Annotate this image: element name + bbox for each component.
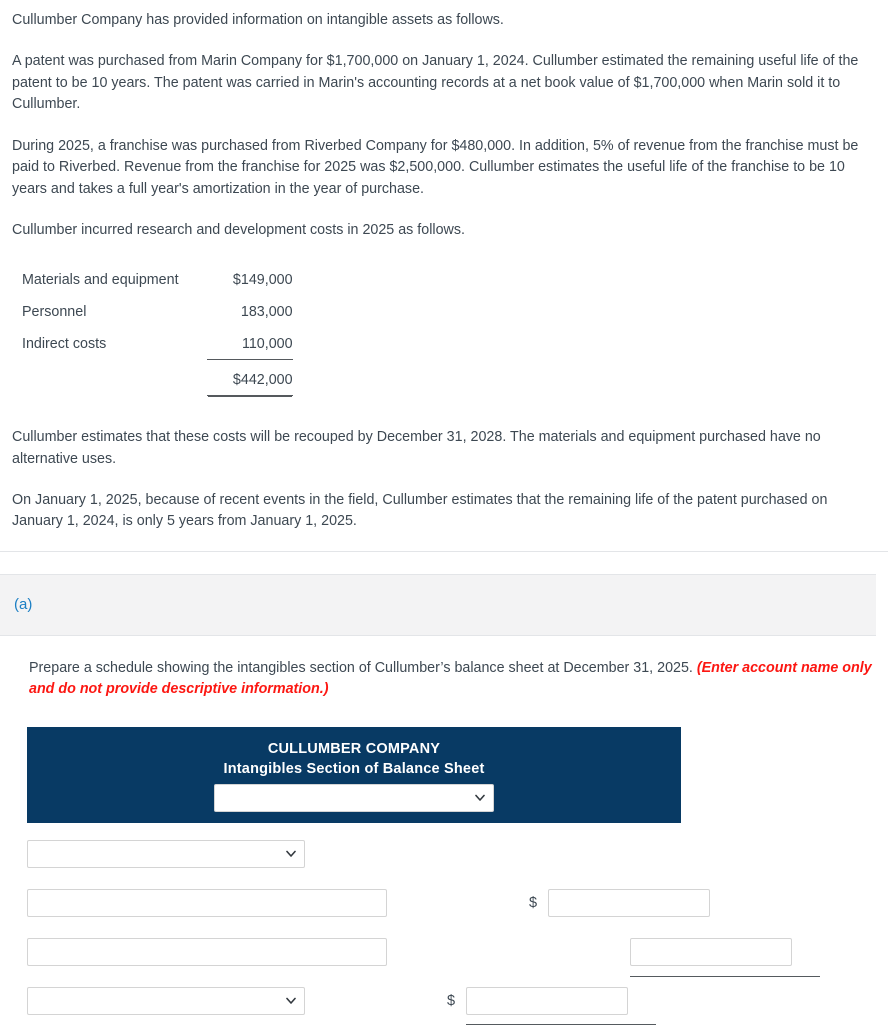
cost-label-personnel: Personnel [22, 303, 87, 320]
problem-statement-panel: Cullumber Company has provided informati… [0, 0, 888, 552]
problem-paragraph-3: During 2025, a franchise was purchased f… [12, 137, 859, 197]
worksheet-row-2-account-cell [27, 888, 387, 917]
problem-paragraph-2: A patent was purchased from Marin Compan… [12, 53, 859, 113]
amount-input-2-wrapper[interactable] [630, 937, 820, 977]
account-select-2-wrapper[interactable] [27, 986, 305, 1015]
worksheet-row-3-account-cell [27, 937, 387, 966]
amount-input-3-wrapper[interactable] [466, 986, 656, 1025]
worksheet-company-name: CULLUMBER COMPANY [267, 740, 441, 757]
part-letter-label: (a) [14, 595, 33, 613]
worksheet-rows: $ $ [27, 839, 876, 1036]
cost-amount-personnel: 183,000 [240, 303, 293, 320]
table-row: Materials and equipment $149,000 [22, 264, 293, 296]
instruction-text: Prepare a schedule showing the intangibl… [29, 658, 874, 701]
part-a-section: (a) Prepare a schedule showing the intan… [0, 573, 876, 1036]
problem-paragraph-5: Cullumber estimates that these costs wil… [12, 429, 821, 467]
total-rule [466, 1023, 656, 1025]
cost-amount-materials: $149,000 [232, 271, 293, 288]
worksheet-row-4-amount-cell: $ [447, 986, 656, 1025]
account-select-1-wrapper[interactable] [27, 839, 305, 868]
rd-cost-table: Materials and equipment $149,000 Personn… [22, 264, 293, 402]
worksheet-row-4-account-cell [27, 986, 305, 1015]
worksheet-row-1-account-cell [27, 839, 305, 868]
amount-input-3[interactable] [466, 986, 628, 1015]
worksheet-period-select-wrapper[interactable] [214, 783, 494, 812]
problem-paragraph-1: Cullumber Company has provided informati… [12, 12, 504, 28]
account-select-2[interactable] [27, 986, 305, 1015]
worksheet-statement-name: Intangibles Section of Balance Sheet [223, 761, 485, 778]
balance-sheet-worksheet: CULLUMBER COMPANY Intangibles Section of… [27, 726, 876, 1036]
part-a-header: (a) [0, 573, 876, 636]
account-input-2[interactable] [27, 888, 387, 917]
dollar-sign-1: $ [529, 894, 538, 911]
cost-label-indirect: Indirect costs [22, 335, 107, 352]
table-row: Personnel 183,000 [22, 296, 293, 328]
account-input-3[interactable] [27, 937, 387, 966]
amount-input-1[interactable] [548, 888, 710, 917]
account-select-1[interactable] [27, 839, 305, 868]
worksheet-row-3-amount-cell [611, 937, 820, 977]
worksheet-row-4: $ [27, 986, 876, 1036]
cost-label-total [22, 360, 207, 395]
problem-paragraph-4: Cullumber incurred research and developm… [12, 222, 465, 239]
amount-input-2[interactable] [630, 937, 792, 966]
worksheet-row-1 [27, 839, 876, 889]
worksheet-row-2-amount-cell: $ [529, 888, 710, 917]
table-row: Indirect costs 110,000 [22, 327, 293, 361]
part-a-body: Prepare a schedule showing the intangibl… [0, 635, 876, 1036]
cost-label-materials: Materials and equipment [22, 271, 179, 288]
instruction-main: Prepare a schedule showing the intangibl… [29, 659, 697, 676]
worksheet-row-2: $ [27, 888, 876, 938]
period-select[interactable] [214, 783, 494, 812]
amount-input-1-wrapper[interactable] [548, 888, 710, 917]
problem-paragraph-6: On January 1, 2025, because of recent ev… [12, 492, 828, 530]
table-spacer [22, 395, 293, 401]
cost-amount-indirect: 110,000 [206, 327, 293, 361]
worksheet-row-3 [27, 937, 876, 987]
dollar-sign-2: $ [447, 992, 456, 1009]
subtotal-rule [630, 975, 820, 977]
worksheet-header: CULLUMBER COMPANY Intangibles Section of… [27, 726, 681, 823]
cost-amount-total: $442,000 [206, 359, 293, 396]
table-row-total: $442,000 [22, 359, 293, 396]
